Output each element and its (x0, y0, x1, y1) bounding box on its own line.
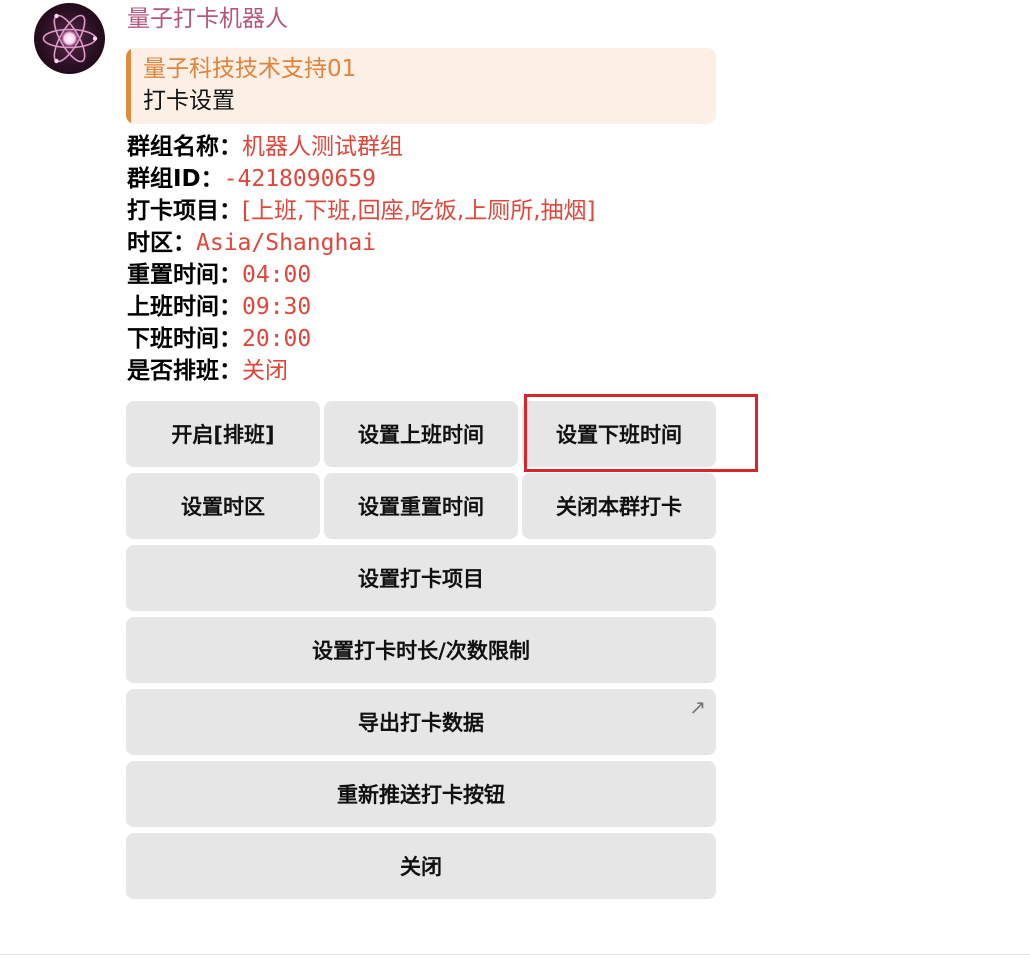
info-value: 关闭 (242, 358, 288, 384)
export-data-label: 导出打卡数据 (358, 711, 484, 735)
info-value: 09:30 (242, 294, 312, 320)
reply-quote[interactable]: 量子科技技术支持01 打卡设置 (126, 48, 716, 124)
reply-author: 量子科技技术支持01 (143, 56, 357, 82)
info-value: Asia/Shanghai (196, 230, 377, 256)
info-label: 重置时间： (127, 262, 242, 288)
close-group-checkin-button[interactable]: 关闭本群打卡 (522, 473, 716, 539)
set-checkin-items-button[interactable]: 设置打卡项目 (126, 545, 716, 611)
set-timezone-button[interactable]: 设置时区 (126, 473, 320, 539)
info-row-reset-time: 重置时间：04:00 (127, 259, 727, 291)
info-label: 群组ID： (127, 166, 224, 192)
repush-buttons-button[interactable]: 重新推送打卡按钮 (126, 761, 716, 827)
info-value: 20:00 (242, 326, 312, 352)
reply-text: 打卡设置 (143, 88, 235, 114)
set-reset-time-button[interactable]: 设置重置时间 (324, 473, 518, 539)
divider (0, 954, 1030, 955)
info-row-group-name: 群组名称：机器人测试群组 (127, 131, 727, 163)
info-label: 打卡项目： (127, 198, 242, 224)
set-work-start-button[interactable]: 设置上班时间 (324, 401, 518, 467)
info-label: 是否排班： (127, 358, 242, 384)
info-value: 机器人测试群组 (242, 134, 403, 160)
info-row-timezone: 时区：Asia/Shanghai (127, 227, 727, 259)
set-duration-limit-button[interactable]: 设置打卡时长/次数限制 (126, 617, 716, 683)
arrow-up-right-icon: ↗ (689, 695, 706, 719)
info-label: 下班时间： (127, 326, 242, 352)
atom-icon (42, 13, 98, 64)
info-label: 时区： (127, 230, 196, 256)
info-row-schedule: 是否排班：关闭 (127, 355, 727, 387)
info-row-work-end: 下班时间：20:00 (127, 323, 727, 355)
bot-avatar[interactable] (34, 3, 105, 74)
info-label: 群组名称： (127, 134, 242, 160)
info-row-checkin-items: 打卡项目：[上班,下班,回座,吃饭,上厕所,抽烟] (127, 195, 727, 227)
info-value: -4218090659 (223, 166, 376, 192)
set-work-end-button[interactable]: 设置下班时间 (522, 401, 716, 467)
export-data-button[interactable]: 导出打卡数据 ↗ (126, 689, 716, 755)
sender-name[interactable]: 量子打卡机器人 (127, 4, 288, 34)
reply-accent-bar (126, 48, 131, 124)
info-label: 上班时间： (127, 294, 242, 320)
info-row-group-id: 群组ID：-4218090659 (127, 163, 727, 195)
settings-info: 群组名称：机器人测试群组 群组ID：-4218090659 打卡项目：[上班,下… (127, 131, 727, 387)
close-button[interactable]: 关闭 (126, 833, 716, 899)
info-value: [上班,下班,回座,吃饭,上厕所,抽烟] (242, 198, 596, 224)
enable-schedule-button[interactable]: 开启[排班] (126, 401, 320, 467)
info-value: 04:00 (242, 262, 312, 288)
info-row-work-start: 上班时间：09:30 (127, 291, 727, 323)
